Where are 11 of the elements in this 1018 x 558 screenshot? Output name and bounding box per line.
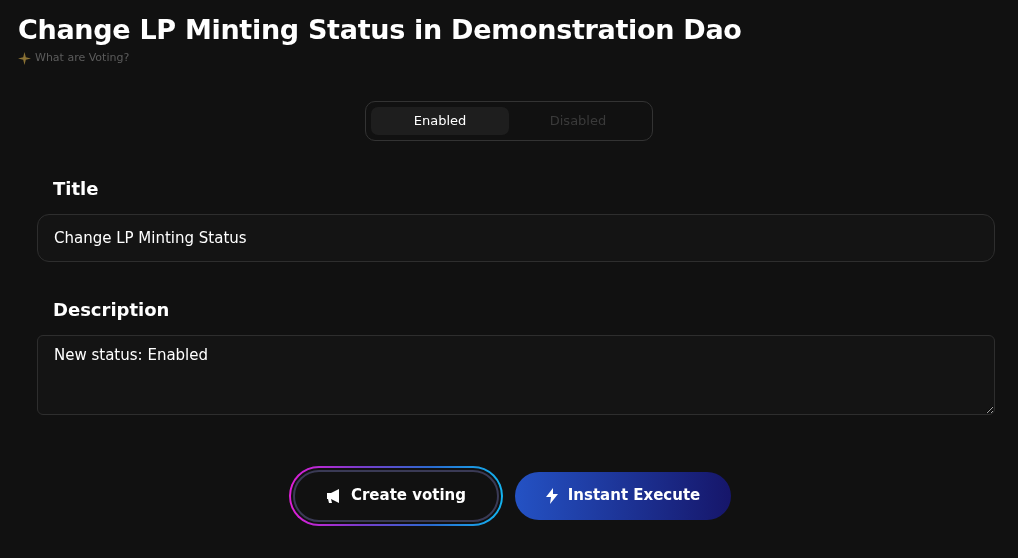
instant-execute-button[interactable]: Instant Execute xyxy=(515,471,731,520)
description-field[interactable]: New status: Enabled xyxy=(37,334,995,415)
lightning-icon xyxy=(545,487,558,504)
status-tab[interactable]: Enabled xyxy=(371,106,509,135)
megaphone-icon xyxy=(325,488,342,503)
field-label: Description xyxy=(53,297,171,322)
field-label: Title xyxy=(53,176,100,201)
title-field[interactable]: Change LP Minting Status xyxy=(37,213,995,262)
create-voting-button[interactable]: Create voting xyxy=(289,465,503,526)
sparkle-icon xyxy=(18,51,31,65)
page-title: Change LP Minting Status in Demonstration Dao xyxy=(18,13,743,47)
